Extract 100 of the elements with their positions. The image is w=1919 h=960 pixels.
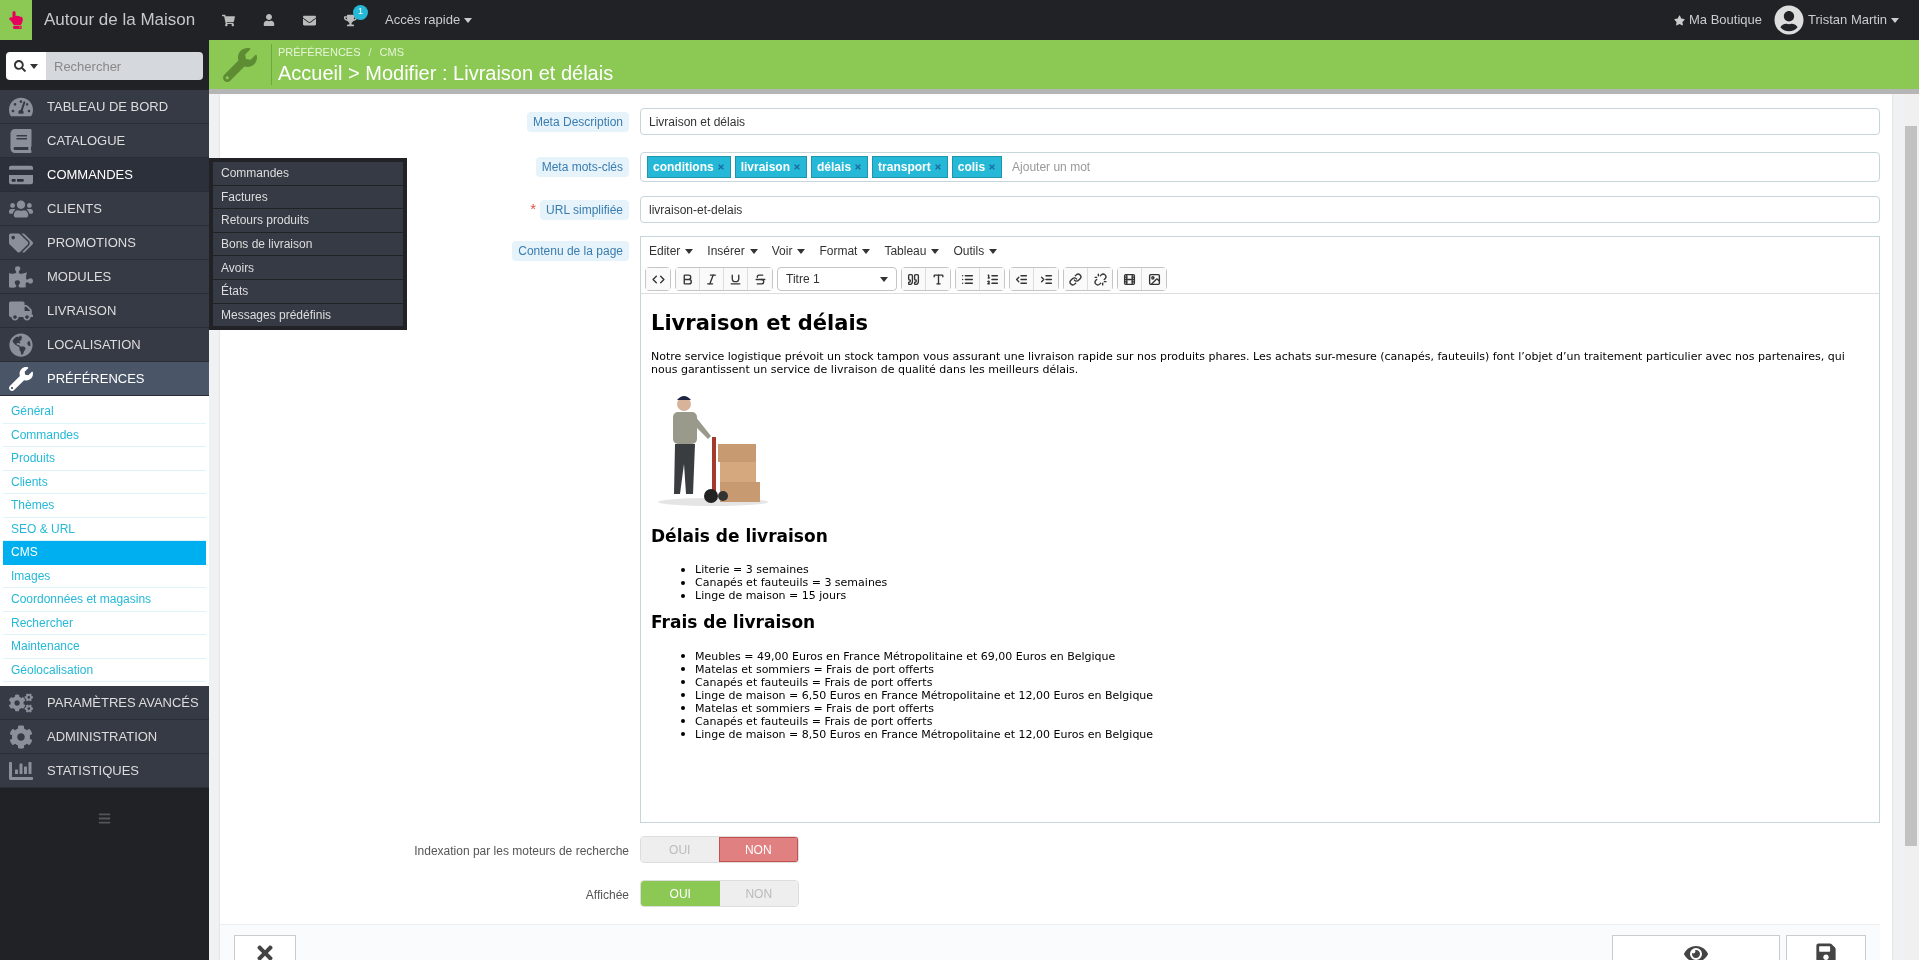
flyout-item[interactable]: Bons de livraison: [213, 232, 403, 256]
document-paragraph: Notre service logistique prévoit un stock tampon vous assurant une livraison rapide sur nos produits phares. Les achats sur-mesure (canapés, fauteuils) font l’objet d’un traitement particulier avec nos partenaires, qui nous garantissent un service de livraison de qualité dans les meilleurs délais.: [651, 349, 1846, 376]
bullet-icon: [681, 693, 685, 697]
url-field[interactable]: livraison-et-delais: [640, 196, 1880, 223]
film-button[interactable]: [1118, 268, 1142, 290]
strikethrough-icon: [753, 272, 767, 286]
puzzle-piece-icon: [9, 264, 33, 289]
flyout-item[interactable]: Commandes: [213, 162, 403, 185]
editor-menu[interactable]: Editer: [649, 242, 694, 260]
flyout-item[interactable]: Factures: [213, 185, 403, 209]
avatar-icon[interactable]: [1774, 5, 1804, 35]
italic-icon: [705, 272, 718, 286]
flyout-item[interactable]: Retours produits: [213, 209, 403, 232]
bullet-icon: [681, 719, 685, 723]
editor-menu[interactable]: Format: [819, 242, 871, 260]
breadcrumb-separator: /: [368, 45, 372, 61]
sidebar-item[interactable]: COMMANDES: [0, 158, 209, 192]
bullet-icon: [681, 567, 685, 572]
sidebar-item[interactable]: LOCALISATION: [0, 328, 209, 362]
bullet-icon: [681, 593, 685, 598]
sidebar-item[interactable]: STATISTIQUES: [0, 754, 209, 788]
sidebar-item[interactable]: ADMINISTRATION: [0, 720, 209, 754]
caret-icon: [30, 63, 38, 69]
sidebar-item[interactable]: PARAMÈTRES AVANCÉS: [0, 686, 209, 720]
user-menu[interactable]: Tristan Martin: [1808, 10, 1899, 30]
caret-icon: [931, 248, 940, 254]
menu-toggle-icon[interactable]: [98, 812, 111, 825]
indent-icon: [1039, 272, 1053, 286]
blockquote-button[interactable]: [902, 268, 926, 290]
source-code-button[interactable]: [646, 268, 670, 290]
editor-menu[interactable]: Tableau: [884, 242, 940, 260]
numbered-list-button[interactable]: [980, 268, 1004, 290]
wrench-icon: [9, 366, 33, 391]
outdent-button[interactable]: [1010, 268, 1034, 290]
wrench-icon: [223, 47, 257, 82]
gear-icon: [9, 724, 33, 749]
notification-badge: 1: [353, 4, 368, 20]
quick-access-menu[interactable]: Accès rapide: [385, 10, 473, 30]
search-dropdown[interactable]: [6, 52, 46, 80]
sidebar-item[interactable]: CLIENTS: [0, 192, 209, 226]
sidebar-item[interactable]: LIVRAISON: [0, 294, 209, 328]
meta-description-field[interactable]: Livraison et délais: [640, 108, 1880, 135]
book-icon: [9, 128, 33, 153]
field-label: Meta mots-clés: [535, 157, 629, 177]
editor-menu[interactable]: Outils: [953, 242, 998, 260]
close-icon: [254, 942, 276, 960]
sidebar-item[interactable]: CATALOGUE: [0, 124, 209, 158]
trophy-icon[interactable]: [344, 13, 357, 27]
list-item: Matelas et sommiers = Frais de port offerts: [695, 701, 935, 715]
unlink-icon: [1093, 272, 1107, 286]
search-field[interactable]: Rechercher: [46, 52, 203, 80]
brand-name[interactable]: Autour de la Maison: [44, 7, 214, 33]
editor-menu[interactable]: Insérer: [707, 242, 758, 260]
envelope-icon[interactable]: [303, 13, 316, 27]
indent-button[interactable]: [1034, 268, 1058, 290]
user-icon[interactable]: [263, 14, 275, 26]
image-icon: [1147, 272, 1161, 286]
list-item: Canapés et fauteuils = 3 semaines: [695, 576, 888, 589]
bullet-icon: [681, 654, 685, 658]
bullet-list-icon: [961, 272, 974, 286]
tags-icon: [9, 230, 33, 255]
bold-button[interactable]: [676, 268, 700, 290]
strikethrough-button[interactable]: [748, 268, 772, 290]
sidebar-item[interactable]: TABLEAU DE BORD: [0, 90, 209, 124]
link-icon: [1069, 272, 1082, 286]
sidebar-item[interactable]: PRÉFÉRENCES: [0, 362, 209, 396]
editor-menu[interactable]: Voir: [771, 242, 806, 260]
sidebar-item[interactable]: MODULES: [0, 260, 209, 294]
text-color-button[interactable]: [926, 268, 950, 290]
flyout-item[interactable]: États: [213, 279, 403, 303]
caret-icon: [862, 248, 871, 254]
block-format-select[interactable]: Titre 1: [777, 267, 897, 291]
bullet-list-button[interactable]: [956, 268, 980, 290]
outdent-icon: [1015, 272, 1028, 286]
page-title: Accueil > Modifier : Livraison et délais: [278, 60, 614, 85]
italic-button[interactable]: [700, 268, 724, 290]
unlink-button[interactable]: [1088, 268, 1112, 290]
bullet-icon: [681, 667, 685, 671]
image-button[interactable]: [1142, 268, 1166, 290]
list-item: Meubles = 49,00 Euros en France Métropolitaine et 69,00 Euros en Belgique: [695, 649, 1116, 663]
keyword-placeholder: Ajouter un mot: [1012, 159, 1091, 176]
list-item: Linge de maison = 6,50 Euros en France Métropolitaine et 12,00 Euros en Belgique: [695, 688, 1154, 702]
link-button[interactable]: [1064, 268, 1088, 290]
caret-icon: [797, 248, 806, 254]
sidebar-item[interactable]: PROMOTIONS: [0, 226, 209, 260]
flyout-item[interactable]: Messages prédéfinis: [213, 303, 403, 327]
shop-link[interactable]: Ma Boutique: [1674, 10, 1762, 30]
cogs-icon: [9, 690, 33, 715]
caret-icon: [749, 248, 758, 254]
cart-icon[interactable]: [222, 13, 235, 27]
underline-button[interactable]: [724, 268, 748, 290]
required-mark: *: [530, 199, 537, 220]
flyout-item[interactable]: Avoirs: [213, 256, 403, 279]
save-icon: [1815, 942, 1837, 960]
list-item: Matelas et sommiers = Frais de port offerts: [695, 662, 935, 676]
section-heading: Délais de livraison: [651, 524, 829, 548]
field-label: URL simplifiée: [540, 199, 629, 220]
globe-icon: [9, 332, 33, 357]
list-item: Linge de maison = 15 jours: [695, 589, 847, 602]
bullet-icon: [681, 680, 685, 684]
